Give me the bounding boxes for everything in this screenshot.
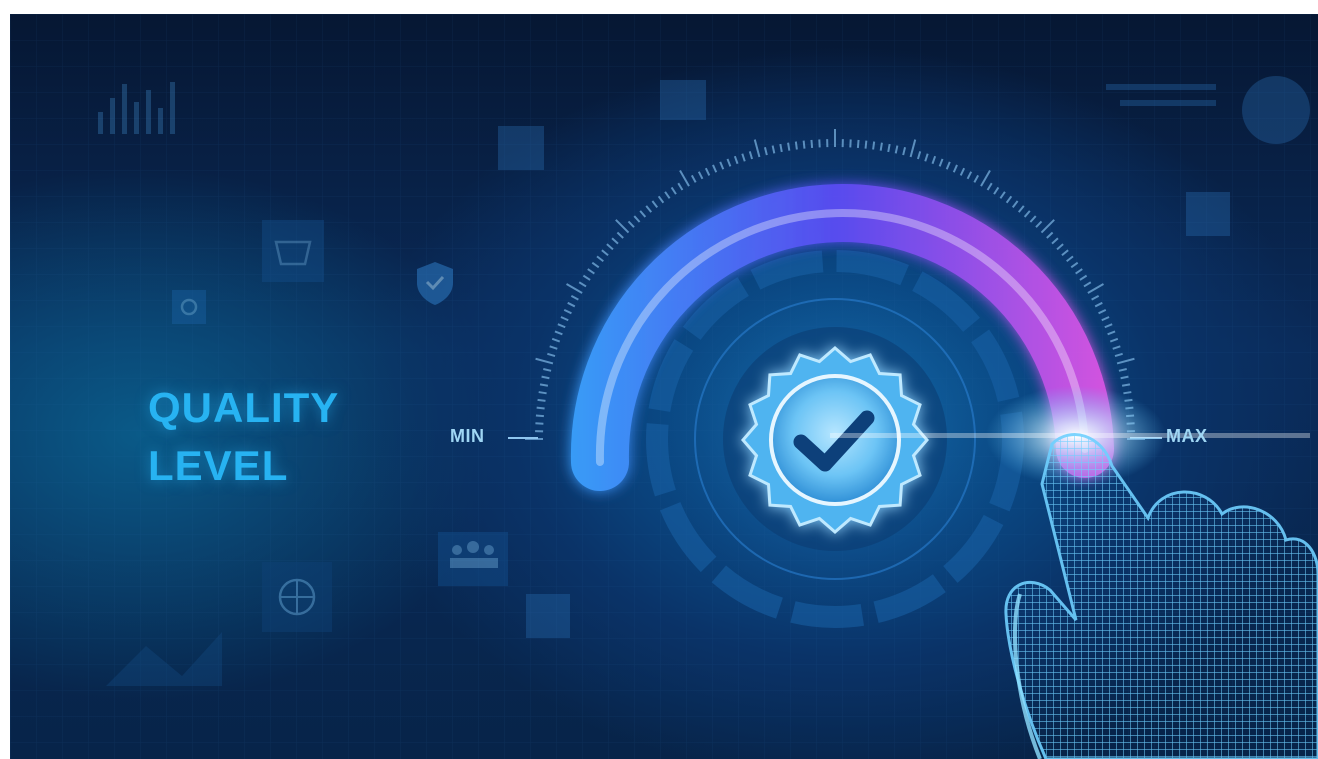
gauge-max-label: MAX	[1166, 426, 1208, 446]
scale-tick	[856, 139, 860, 148]
scale-tick	[535, 414, 544, 418]
gauge-min-label: MIN	[450, 426, 485, 446]
scale-tick	[537, 398, 546, 402]
scale-tick	[787, 142, 791, 151]
scale-tick	[802, 140, 806, 149]
scale-tick	[538, 391, 547, 395]
heading-level: LEVEL	[148, 442, 289, 489]
scale-tick	[879, 142, 883, 151]
scale-tick	[1123, 391, 1132, 395]
people-icon	[438, 532, 508, 586]
settings-icon	[172, 290, 206, 324]
scale-tick	[536, 406, 545, 410]
scale-tick	[810, 139, 814, 148]
basket-icon	[262, 220, 324, 282]
check-badge-icon	[741, 346, 929, 534]
scale-tick	[872, 141, 876, 150]
globe-icon	[262, 562, 332, 632]
scale-tick	[794, 141, 798, 150]
quality-level-illustration: QUALITY LEVEL MIN MAX	[10, 14, 1318, 759]
heading-quality: QUALITY	[148, 384, 340, 431]
scale-tick	[864, 140, 868, 149]
